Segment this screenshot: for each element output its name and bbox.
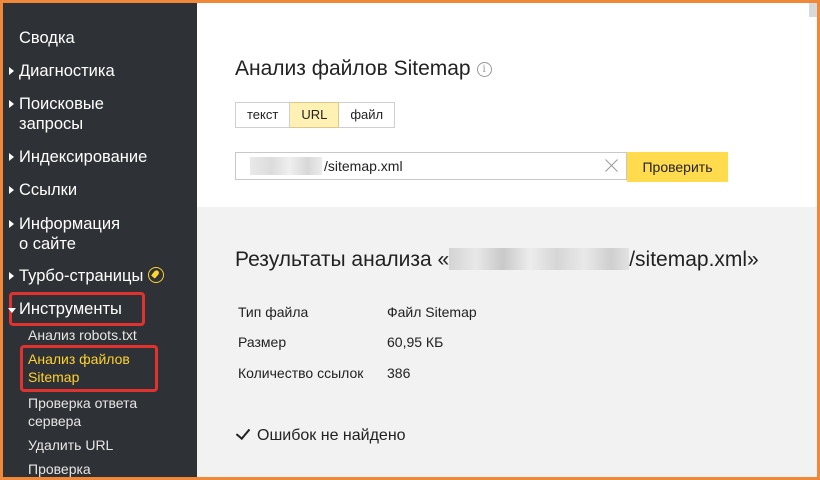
sidebar-item-turbo-pages[interactable]: Турбо-страницы [3, 266, 165, 286]
results-title-suffix: /sitemap.xml» [629, 248, 759, 271]
expand-arrow-icon [9, 186, 14, 194]
sidebar-item-label-wrap: Турбо-страницы [19, 266, 165, 286]
result-value-size: 60,95 КБ [387, 334, 444, 350]
sidebar-item-summary[interactable]: Сводка [3, 28, 75, 48]
sidebar-item-site-info[interactable]: Информация о сайте [3, 214, 120, 254]
redacted-domain [449, 248, 630, 270]
page-title-text: Анализ файлов Sitemap [235, 57, 471, 80]
sidebar-subitem-label-line2: сервера [28, 413, 82, 429]
sidebar-item-label-line2: о сайте [19, 235, 76, 253]
sidebar-subitem-label-line1: Анализ файлов [28, 351, 130, 367]
result-label-file-type: Тип файла [238, 304, 309, 320]
sidebar-item-label: Турбо-страницы [19, 267, 144, 285]
tab-url[interactable]: URL [290, 102, 340, 128]
rocket-icon [148, 267, 165, 283]
results-title-prefix: Результаты анализа « [235, 248, 450, 271]
check-button[interactable]: Проверить [627, 152, 728, 182]
sidebar-item-label-line2: запросы [19, 115, 84, 133]
expand-arrow-icon [9, 153, 14, 161]
sidebar: Сводка Диагностика Поисковые запросы Инд… [3, 3, 197, 477]
sidebar-item-label-line1: Информация [19, 215, 121, 233]
sidebar-item-label-line1: Поисковые [19, 95, 104, 113]
info-icon[interactable]: i [476, 62, 492, 77]
result-value-link-count: 386 [387, 365, 411, 381]
sidebar-subitem-check[interactable]: Проверка [28, 460, 91, 477]
sidebar-subitem-sitemap[interactable]: Анализ файлов Sitemap [28, 350, 130, 386]
tab-text[interactable]: текст [235, 102, 291, 128]
redacted-domain [250, 157, 322, 175]
results-title: Результаты анализа « /sitemap.xml» [235, 248, 759, 272]
sidebar-item-label: Индексирование [19, 148, 148, 166]
expand-arrow-icon [9, 272, 14, 280]
status-message: Ошибок не найдено [235, 424, 406, 445]
tab-file[interactable]: файл [339, 102, 396, 128]
expand-arrow-icon [9, 67, 14, 75]
expand-arrow-icon [9, 100, 14, 108]
url-input-value: /sitemap.xml [324, 158, 403, 174]
expand-arrow-icon [9, 220, 14, 228]
sidebar-item-indexing[interactable]: Индексирование [3, 147, 147, 167]
input-mode-tabs: текст URL файл [235, 102, 396, 128]
result-label-size: Размер [238, 334, 287, 350]
clear-icon[interactable] [604, 157, 620, 173]
sidebar-subitem-label-line1: Проверка ответа [28, 395, 138, 411]
page-title: Анализ файлов Sitemap i [235, 57, 492, 81]
sidebar-item-tools[interactable]: Инструменты [3, 299, 122, 319]
sidebar-subitem-robots[interactable]: Анализ robots.txt [28, 326, 137, 344]
main-content: Анализ файлов Sitemap i текст URL файл /s… [197, 3, 817, 477]
sidebar-item-search-queries[interactable]: Поисковые запросы [3, 94, 104, 134]
screenshot-frame: Сводка Диагностика Поисковые запросы Инд… [0, 0, 820, 480]
sidebar-item-label: Диагностика [19, 62, 115, 80]
sidebar-item-label: Инструменты [19, 300, 122, 318]
sidebar-item-label: Ссылки [19, 181, 78, 199]
sidebar-item-diagnostics[interactable]: Диагностика [3, 61, 115, 81]
sidebar-subitem-delete-url[interactable]: Удалить URL [28, 436, 113, 454]
result-label-link-count: Количество ссылок [238, 365, 364, 381]
scrollbar[interactable] [809, 3, 817, 17]
sidebar-subitem-label-line2: Sitemap [28, 369, 80, 385]
status-text: Ошибок не найдено [257, 427, 406, 444]
sidebar-item-label: Сводка [19, 29, 75, 47]
checkmark-icon [235, 424, 251, 441]
result-value-file-type: Файл Sitemap [387, 304, 477, 320]
url-input[interactable]: /sitemap.xml [235, 152, 627, 180]
sidebar-subitem-server-response[interactable]: Проверка ответа сервера [28, 394, 137, 430]
results-panel: Результаты анализа « /sitemap.xml» Тип фа… [197, 207, 817, 477]
collapse-arrow-icon [8, 308, 16, 313]
sidebar-item-links[interactable]: Ссылки [3, 180, 77, 200]
